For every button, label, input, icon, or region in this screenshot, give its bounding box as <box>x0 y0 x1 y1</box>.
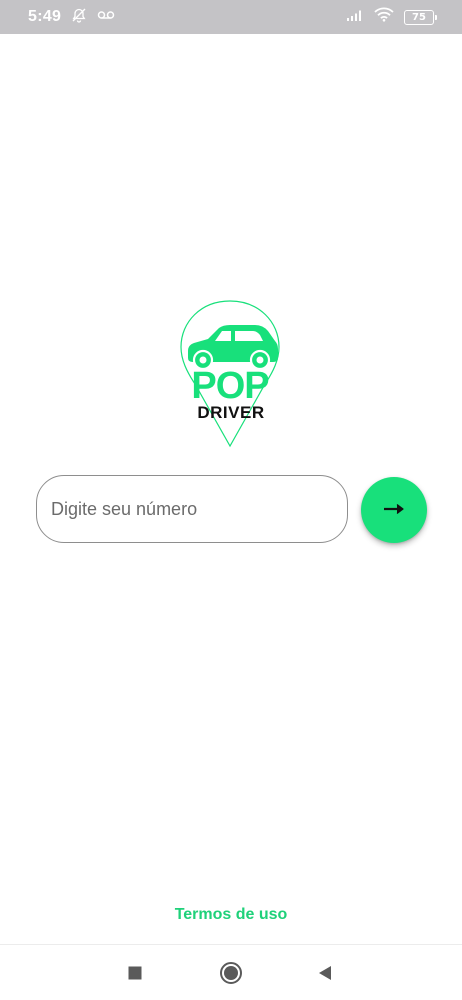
back-triangle-icon[interactable] <box>311 959 339 987</box>
system-nav-bar <box>0 945 462 1000</box>
wifi-icon <box>374 7 394 27</box>
status-right-group: 75 <box>346 7 437 27</box>
pop-driver-logo: POP DRIVER <box>175 298 285 448</box>
status-time: 5:49 <box>28 8 62 25</box>
logo-text-pop: POP <box>191 365 269 407</box>
terms-of-use-link[interactable]: Termos de uso <box>0 906 462 924</box>
logo-text-driver: DRIVER <box>197 403 264 422</box>
next-button[interactable] <box>361 477 427 543</box>
voicemail-icon <box>97 8 115 26</box>
status-left-group: 5:49 <box>28 7 115 28</box>
phone-number-input[interactable] <box>51 498 333 520</box>
recents-square-icon[interactable] <box>121 959 149 987</box>
status-bar: 5:49 75 <box>0 0 462 34</box>
phone-input-container[interactable] <box>36 475 348 543</box>
home-circle-icon[interactable] <box>217 959 245 987</box>
battery-level: 75 <box>412 11 426 23</box>
alarm-off-icon <box>71 7 87 28</box>
battery-icon: 75 <box>404 9 437 25</box>
arrow-right-icon <box>382 502 406 519</box>
signal-icon <box>346 8 364 27</box>
